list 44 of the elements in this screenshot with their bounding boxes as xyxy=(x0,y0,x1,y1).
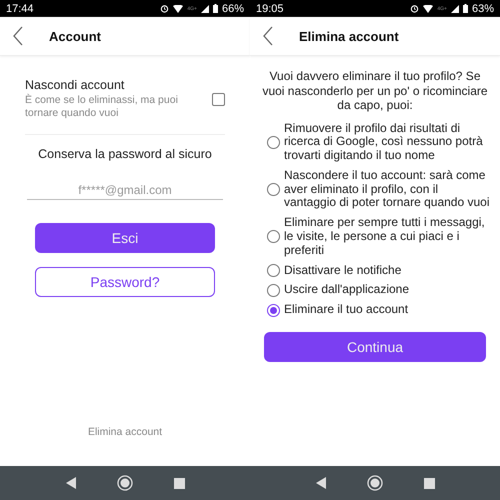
status-time: 17:44 xyxy=(6,2,35,14)
home-nav-icon[interactable] xyxy=(116,475,132,491)
option-label: Nascondi account xyxy=(25,78,126,92)
back-nav-icon[interactable] xyxy=(66,477,76,489)
option-label: Eliminare per sempre tutti i messaggi, le visite, le persone a cui piaci e i preferiti xyxy=(284,216,486,258)
radio-button[interactable] xyxy=(267,230,280,244)
screen-title: Account xyxy=(49,28,101,44)
delete-account-link[interactable]: Elimina account xyxy=(88,426,162,438)
radio-button[interactable] xyxy=(267,264,280,278)
status-time: 19:05 xyxy=(256,2,285,14)
alarm-icon xyxy=(160,4,170,13)
option-label: Rimuovere il profilo dai risultati di ricerca di Google, così nessuno potrà trovarti digitando il tuo nome xyxy=(284,122,484,163)
wifi-icon xyxy=(423,4,434,12)
option-description: È come se lo eliminassi, ma puoi tornare quando vuoi xyxy=(25,94,179,120)
radio-button[interactable] xyxy=(267,183,280,196)
battery-level: 63% xyxy=(472,2,494,14)
screen-title: Elimina account xyxy=(299,28,399,44)
checkbox[interactable] xyxy=(212,92,225,106)
home-nav-icon[interactable] xyxy=(366,475,382,491)
battery-level: 66% xyxy=(222,2,244,14)
intro-text: Vuoi davvero eliminare il tuo profilo? Se vuoi nasconderlo per un po' o ricominciare da capo, puoi: xyxy=(262,69,488,112)
recents-nav-icon[interactable] xyxy=(424,478,434,488)
back-button[interactable] xyxy=(13,26,25,46)
email-field[interactable]: f*****@gmail.com xyxy=(27,183,223,200)
signal-icon xyxy=(450,4,459,12)
radio-button[interactable] xyxy=(267,136,280,149)
recents-nav-icon[interactable] xyxy=(174,478,184,488)
option-label: Eliminare il tuo account xyxy=(284,303,408,318)
option-label: Uscire dall'applicazione xyxy=(284,283,410,298)
wifi-icon xyxy=(173,4,184,12)
option-label: Nascondere il tuo account: sarà come aver eliminato il profilo, con il vantaggio di poter tornare quando vuoi xyxy=(284,168,490,210)
primary-button[interactable]: Continua xyxy=(264,332,486,362)
outline-button[interactable]: Password? xyxy=(35,267,215,297)
password-note: Conserva la password al sicuro xyxy=(37,147,213,161)
alarm-icon xyxy=(410,4,420,13)
primary-button[interactable]: Esci xyxy=(35,223,215,253)
radio-button[interactable] xyxy=(267,284,280,297)
battery-icon xyxy=(212,4,218,13)
back-button[interactable] xyxy=(263,26,275,46)
signal-icon xyxy=(200,4,209,12)
back-nav-icon[interactable] xyxy=(316,477,326,489)
option-label: Disattivare le notifiche xyxy=(284,264,402,278)
radio-button[interactable] xyxy=(267,304,280,317)
battery-icon xyxy=(462,4,468,13)
